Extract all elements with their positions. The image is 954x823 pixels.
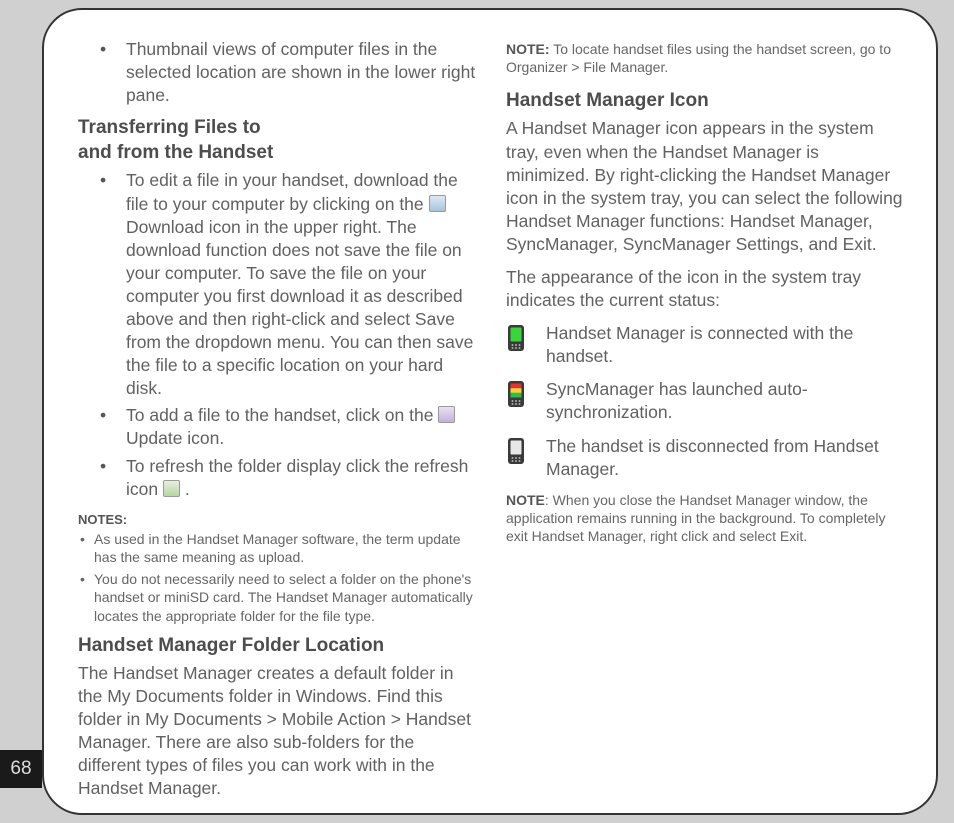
left-column: Thumbnail views of computer files in the… — [78, 38, 476, 785]
status-disconnected-text: The handset is disconnected from Handset… — [546, 435, 904, 481]
text-after-update-icon: Update icon. — [126, 428, 224, 448]
small-note-2: You do not necessarily need to select a … — [78, 570, 476, 625]
phone-sync-icon — [506, 380, 526, 408]
heading-transferring-files: Transferring Files to and from the Hands… — [78, 115, 476, 165]
status-sync-text: SyncManager has launched auto-synchroniz… — [546, 378, 904, 424]
two-column-layout: Thumbnail views of computer files in the… — [78, 38, 904, 785]
icon-paragraph-2: The appearance of the icon in the system… — [506, 266, 904, 312]
small-notes-list: As used in the Handset Manager software,… — [78, 530, 476, 625]
heading-folder-location: Handset Manager Folder Location — [78, 633, 476, 658]
manual-page: 68 Thumbnail views of computer files in … — [0, 0, 954, 823]
transfer-bullet-edit: To edit a file in your handset, download… — [78, 169, 476, 400]
intro-bullet-list: Thumbnail views of computer files in the… — [78, 38, 476, 107]
refresh-icon — [163, 480, 180, 497]
top-note-text: To locate handset files using the handse… — [506, 41, 891, 75]
transfer-bullet-list: To edit a file in your handset, download… — [78, 169, 476, 500]
intro-bullet: Thumbnail views of computer files in the… — [78, 38, 476, 107]
notes-label: NOTES: — [78, 511, 476, 528]
status-item-sync: SyncManager has launched auto-synchroniz… — [506, 378, 904, 424]
bottom-note-label: NOTE — [506, 492, 545, 508]
transfer-bullet-add: To add a file to the handset, click on t… — [78, 404, 476, 450]
status-item-connected: Handset Manager is connected with the ha… — [506, 322, 904, 368]
page-number: 68 — [10, 758, 31, 780]
heading-line-1: Transferring Files to — [78, 117, 261, 138]
icon-paragraph-1: A Handset Manager icon appears in the sy… — [506, 117, 904, 256]
page-number-tab: 68 — [0, 750, 42, 788]
phone-connected-icon — [506, 324, 526, 352]
bottom-note: NOTE: When you close the Handset Manager… — [506, 491, 904, 546]
text-before-download-icon: To edit a file in your handset, download… — [126, 170, 458, 213]
top-note: NOTE: To locate handset files using the … — [506, 40, 904, 76]
status-item-disconnected: The handset is disconnected from Handset… — [506, 435, 904, 481]
text-before-update-icon: To add a file to the handset, click on t… — [126, 405, 438, 425]
top-note-label: NOTE: — [506, 41, 550, 57]
page-sheet: Thumbnail views of computer files in the… — [42, 8, 938, 815]
text-after-download-icon: Download icon in the upper right. The do… — [126, 217, 473, 399]
right-column: NOTE: To locate handset files using the … — [506, 38, 904, 785]
heading-line-2: and from the Handset — [78, 142, 273, 163]
small-note-1: As used in the Handset Manager software,… — [78, 530, 476, 566]
transfer-bullet-refresh: To refresh the folder display click the … — [78, 455, 476, 501]
update-icon — [438, 406, 455, 423]
text-after-refresh-icon: . — [185, 479, 190, 499]
status-connected-text: Handset Manager is connected with the ha… — [546, 322, 904, 368]
download-icon — [429, 195, 446, 212]
status-icon-list: Handset Manager is connected with the ha… — [506, 322, 904, 481]
folder-location-paragraph: The Handset Manager creates a default fo… — [78, 662, 476, 801]
heading-handset-manager-icon: Handset Manager Icon — [506, 88, 904, 113]
bottom-note-text: : When you close the Handset Manager win… — [506, 492, 886, 544]
phone-disconnected-icon — [506, 437, 526, 465]
